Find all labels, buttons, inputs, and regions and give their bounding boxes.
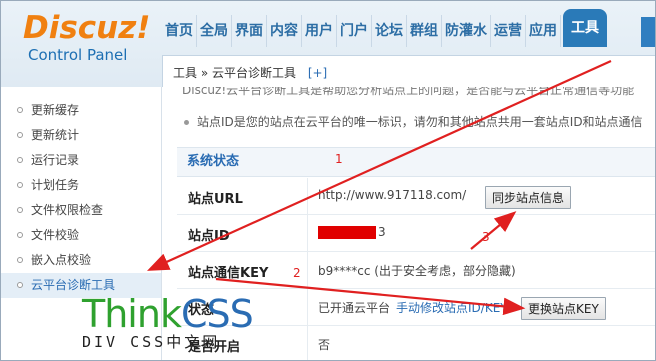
logo-subtitle: Control Panel bbox=[28, 46, 128, 64]
watermark-css: CSS bbox=[180, 292, 254, 336]
nav-apps[interactable]: 应用 bbox=[526, 15, 561, 47]
watermark-think: Think bbox=[82, 292, 182, 336]
bullet-icon bbox=[17, 257, 23, 263]
sidebar-item-run-log[interactable]: 运行记录 bbox=[1, 148, 161, 173]
sidebar-item-label: 更新缓存 bbox=[31, 103, 80, 117]
notice-text: 站点ID是您的站点在云平台的唯一标识，请勿和其他站点共用一套站点ID和站点通信 bbox=[197, 115, 643, 129]
edit-site-id-key-link[interactable]: 手动修改站点ID/KEY bbox=[396, 301, 508, 315]
site-id-value: 3 bbox=[318, 225, 386, 239]
top-nav: 首页 全局 界面 内容 用户 门户 论坛 群组 防灌水 运营 应用 工具 bbox=[162, 9, 607, 47]
bullet-icon bbox=[184, 120, 189, 125]
change-site-key-button[interactable]: 更换站点KEY bbox=[521, 297, 606, 320]
breadcrumb-text: 工具 » 云平台诊断工具 bbox=[173, 66, 296, 80]
nav-antispam[interactable]: 防灌水 bbox=[442, 15, 491, 47]
logo-title: Discuz! bbox=[23, 10, 151, 46]
nav-users[interactable]: 用户 bbox=[302, 15, 337, 47]
table-row: 站点ID 3 bbox=[177, 215, 655, 252]
notice-item: 站点ID是您的站点在云平台的唯一标识，请勿和其他站点共用一套站点ID和站点通信 bbox=[184, 113, 643, 130]
row-label: 站点通信KEY bbox=[188, 266, 269, 281]
sidebar-item-label: 更新统计 bbox=[31, 128, 80, 142]
annotation-label-3: 3 bbox=[482, 230, 490, 244]
table-row: 站点URL http://www.917118.com/ 同步站点信息 bbox=[177, 178, 655, 215]
bullet-icon bbox=[17, 232, 23, 238]
sidebar-item-label: 计划任务 bbox=[31, 178, 80, 192]
nav-interface[interactable]: 界面 bbox=[232, 15, 267, 47]
logo: Discuz! Control Panel bbox=[23, 9, 150, 64]
sidebar-item-hook-check[interactable]: 嵌入点校验 bbox=[1, 248, 161, 273]
bullet-icon bbox=[17, 157, 23, 163]
bullet-icon bbox=[17, 282, 23, 288]
annotation-label-1: 1 bbox=[335, 152, 343, 166]
nav-forum[interactable]: 论坛 bbox=[372, 15, 407, 47]
sync-site-info-button[interactable]: 同步站点信息 bbox=[485, 186, 572, 209]
sidebar-item-scheduled-tasks[interactable]: 计划任务 bbox=[1, 173, 161, 198]
row-label: 站点ID bbox=[188, 229, 230, 244]
nav-content[interactable]: 内容 bbox=[267, 15, 302, 47]
status-value: 已开通云平台 手动修改站点ID/KEY bbox=[318, 301, 508, 315]
sidebar-item-label: 文件权限检查 bbox=[31, 203, 104, 217]
bullet-icon bbox=[17, 132, 23, 138]
nav-scroll-tab[interactable] bbox=[641, 17, 655, 47]
nav-portal[interactable]: 门户 bbox=[337, 15, 372, 47]
breadcrumb: 工具 » 云平台诊断工具 [+] bbox=[162, 55, 655, 87]
sidebar-item-label: 文件校验 bbox=[31, 228, 80, 242]
sidebar-item-file-check[interactable]: 文件校验 bbox=[1, 223, 161, 248]
nav-groups[interactable]: 群组 bbox=[407, 15, 442, 47]
section-title: 系统状态 bbox=[177, 147, 655, 177]
watermark-logo: ThinkCSS DIV CSS中文网 bbox=[82, 292, 254, 352]
header: Discuz! Control Panel 首页 全局 界面 内容 用户 门户 … bbox=[1, 1, 655, 87]
row-label: 站点URL bbox=[188, 192, 243, 207]
sidebar-item-update-cache[interactable]: 更新缓存 bbox=[1, 98, 161, 123]
sidebar-item-update-stats[interactable]: 更新统计 bbox=[1, 123, 161, 148]
table-row: 站点通信KEY b9****cc (出于安全考虑，部分隐藏) bbox=[177, 252, 655, 289]
intro-text: Discuz!云平台诊断工具是帮助您分析站点上的问题，是否能与云平台正常通信等功… bbox=[182, 87, 635, 97]
add-shortcut-link[interactable]: [+] bbox=[308, 66, 327, 80]
nav-global[interactable]: 全局 bbox=[197, 15, 232, 47]
redaction-mark bbox=[318, 226, 376, 239]
window: Discuz! Control Panel 首页 全局 界面 内容 用户 门户 … bbox=[0, 0, 656, 361]
bullet-icon bbox=[17, 182, 23, 188]
sidebar-item-label: 运行记录 bbox=[31, 153, 80, 167]
enabled-value: 否 bbox=[318, 338, 331, 352]
nav-operations[interactable]: 运营 bbox=[491, 15, 526, 47]
site-key-value: b9****cc (出于安全考虑，部分隐藏) bbox=[318, 264, 516, 278]
nav-tools[interactable]: 工具 bbox=[563, 9, 607, 47]
sidebar-item-label: 云平台诊断工具 bbox=[31, 278, 116, 292]
bullet-icon bbox=[17, 207, 23, 213]
bullet-icon bbox=[17, 107, 23, 113]
sidebar-item-label: 嵌入点校验 bbox=[31, 253, 92, 267]
sidebar-item-file-permissions[interactable]: 文件权限检查 bbox=[1, 198, 161, 223]
nav-home[interactable]: 首页 bbox=[162, 15, 197, 47]
annotation-label-2: 2 bbox=[293, 266, 301, 280]
site-url-value: http://www.917118.com/ bbox=[318, 188, 467, 202]
